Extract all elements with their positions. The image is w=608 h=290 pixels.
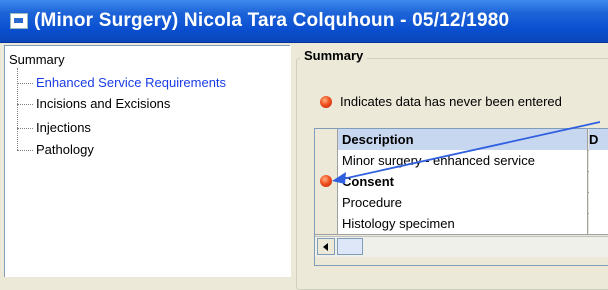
description-cell[interactable]: Minor surgery - enhanced service	[338, 150, 588, 171]
row-header-cell	[315, 192, 338, 213]
tree-item-incisions-and-excisions[interactable]: Incisions and Excisions	[17, 96, 170, 111]
grid-header-row: Description D	[315, 129, 608, 151]
summary-grid: Description D Minor surgery - enhanced s…	[314, 128, 608, 266]
tree-item-label: Injections	[36, 120, 91, 135]
legend-text: Indicates data has never been entered	[340, 94, 562, 109]
description-cell[interactable]: Procedure	[338, 192, 588, 213]
row-header-cell	[315, 171, 338, 192]
row-header-cell	[315, 129, 338, 150]
tree-item-enhanced-service-requirements[interactable]: Enhanced Service Requirements	[17, 75, 226, 90]
table-row[interactable]: Minor surgery - enhanced service	[315, 150, 608, 172]
no-data-indicator-icon	[320, 175, 332, 187]
scroll-left-arrow-icon[interactable]	[317, 238, 335, 255]
row-header-cell	[315, 150, 338, 171]
description-cell[interactable]: Consent	[338, 171, 588, 192]
horizontal-scrollbar[interactable]	[315, 236, 608, 257]
table-row[interactable]: Procedure	[315, 192, 608, 214]
table-row[interactable]: Histology specimen	[315, 213, 608, 235]
no-data-indicator-icon	[320, 95, 332, 108]
tree-item-label: Enhanced Service Requirements	[36, 75, 227, 90]
column-header-description[interactable]: Description	[338, 129, 588, 150]
tree-branch	[17, 128, 33, 130]
title-bar: (Minor Surgery) Nicola Tara Colquhoun - …	[0, 0, 608, 43]
window-title: (Minor Surgery) Nicola Tara Colquhoun - …	[34, 10, 510, 31]
summary-group-title: Summary	[300, 48, 368, 63]
tree-branch	[17, 150, 33, 152]
description-cell[interactable]: Histology specimen	[338, 213, 588, 234]
table-row[interactable]: Consent	[315, 171, 608, 193]
window-icon[interactable]	[10, 13, 28, 29]
row-header-cell	[315, 213, 338, 234]
tree-item-label: Incisions and Excisions	[36, 96, 171, 111]
column-header-d[interactable]: D	[589, 129, 608, 150]
d-cell[interactable]	[589, 150, 608, 171]
scroll-thumb[interactable]	[337, 238, 363, 255]
d-cell[interactable]	[589, 171, 608, 192]
pane-splitter[interactable]	[290, 45, 295, 276]
tree-branch	[17, 104, 33, 106]
tree-item-injections[interactable]: Injections	[17, 120, 91, 135]
navigation-tree: Summary Enhanced Service Requirements In…	[4, 45, 291, 277]
d-cell[interactable]	[589, 213, 608, 234]
tree-item-label: Pathology	[36, 142, 94, 157]
tree-root-summary[interactable]: Summary	[9, 52, 65, 67]
tree-branch	[17, 83, 33, 85]
legend: Indicates data has never been entered	[320, 94, 562, 109]
d-cell[interactable]	[589, 192, 608, 213]
tree-item-pathology[interactable]: Pathology	[17, 142, 94, 157]
